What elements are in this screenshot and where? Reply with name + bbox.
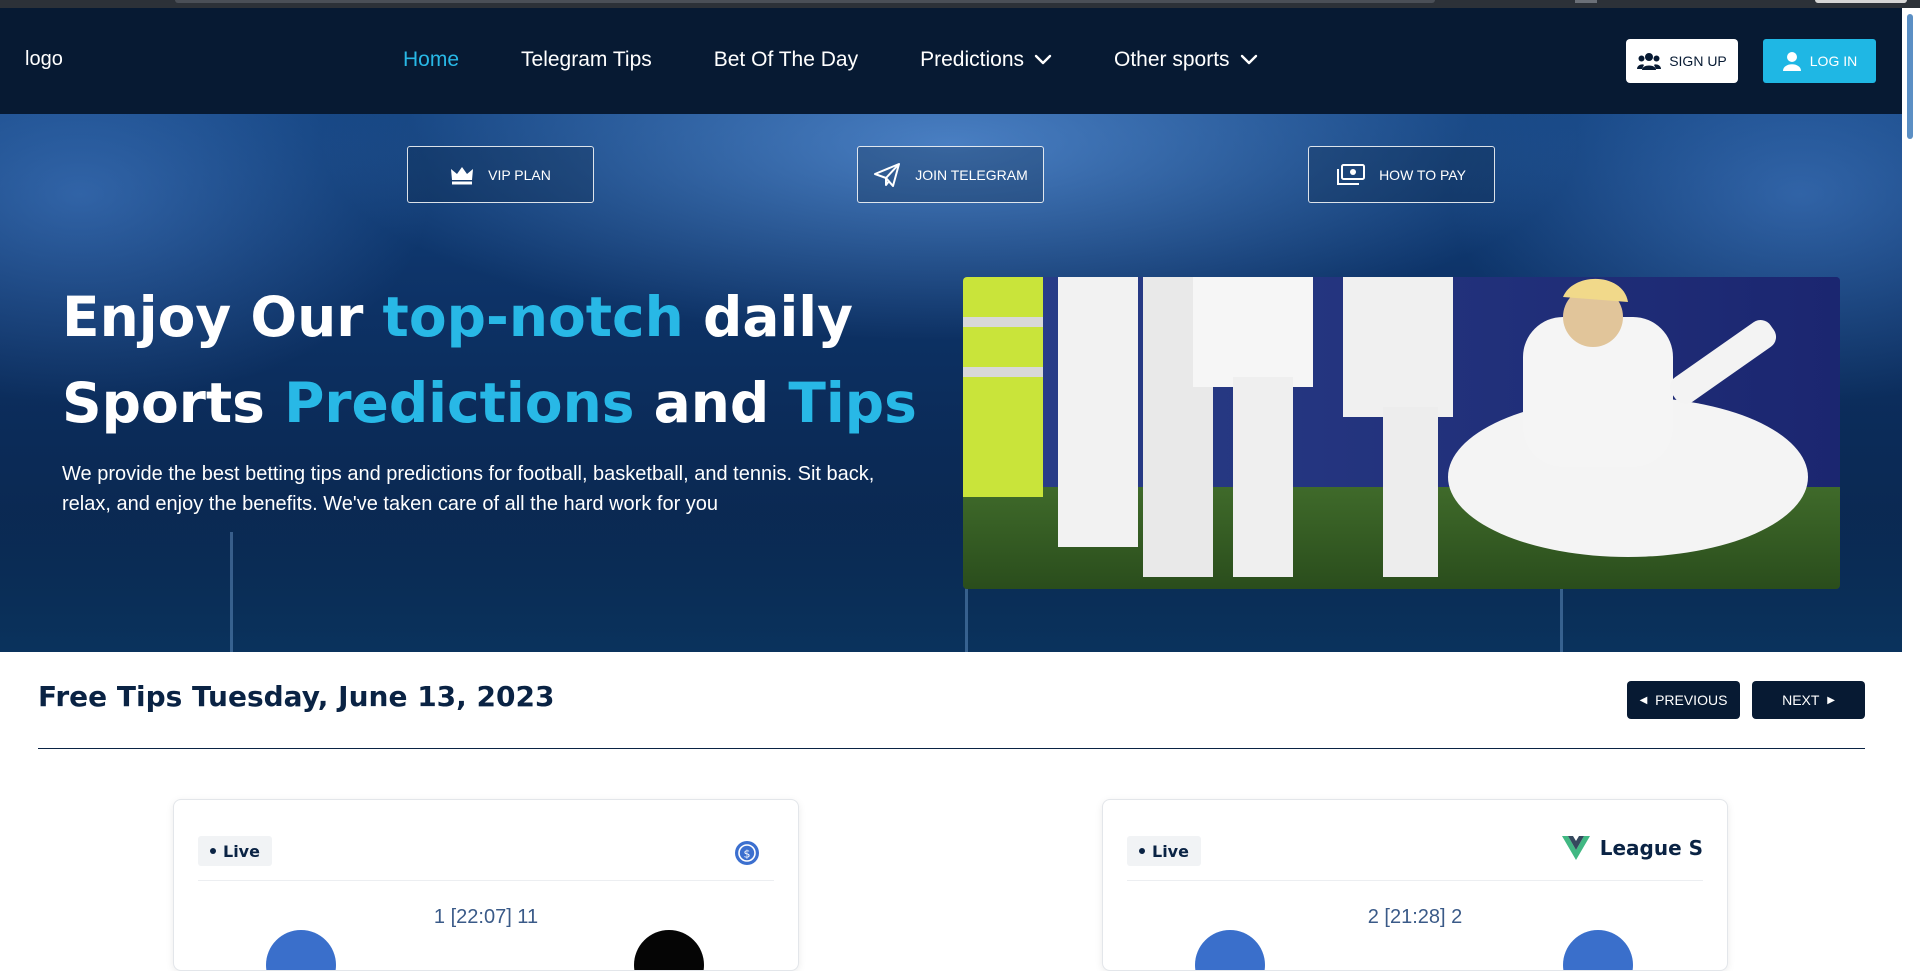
browser-control <box>1575 0 1597 3</box>
paper-plane-icon <box>874 162 901 187</box>
tips-section-title: Free Tips Tuesday, June 13, 2023 <box>38 680 555 713</box>
main-nav: Home Telegram Tips Bet Of The Day Predic… <box>403 48 1320 72</box>
nav-home[interactable]: Home <box>403 48 459 72</box>
hero-heading-text: Enjoy Our <box>62 285 383 349</box>
hero-heading: Enjoy Our top-notch daily Sports Predicti… <box>62 274 942 446</box>
hero-heading-text: Sports <box>62 371 285 435</box>
browser-top-strip <box>0 0 1920 8</box>
league-name: League S <box>1561 836 1703 860</box>
nav-predictions[interactable]: Predictions <box>920 48 1052 72</box>
yard-line <box>230 532 233 652</box>
navbar: logo Home Telegram Tips Bet Of The Day P… <box>0 8 1902 114</box>
how-to-pay-button[interactable]: HOW TO PAY <box>1308 146 1495 203</box>
hero-heading-highlight: Predictions <box>284 371 635 435</box>
tip-card[interactable]: Live League S 2 [21:28] 2 <box>1102 799 1728 971</box>
card-divider <box>1127 880 1703 881</box>
money-icon <box>1337 163 1366 185</box>
site-logo[interactable]: logo <box>25 48 63 71</box>
card-divider <box>198 880 774 881</box>
join-telegram-button[interactable]: JOIN TELEGRAM <box>857 146 1044 203</box>
caret-right-icon: ▶ <box>1827 694 1835 706</box>
nav-other-sports[interactable]: Other sports <box>1114 48 1258 72</box>
nav-home-label: Home <box>403 48 460 71</box>
hero-heading-highlight: Tips <box>788 371 917 435</box>
join-telegram-label: JOIN TELEGRAM <box>915 166 1028 183</box>
tip-card[interactable]: Live $ 1 [22:07] 11 <box>173 799 799 971</box>
signup-button[interactable]: SIGN UP <box>1626 39 1738 83</box>
how-to-pay-label: HOW TO PAY <box>1379 166 1466 183</box>
live-dot <box>1139 848 1145 854</box>
coin-icon: $ <box>735 841 759 865</box>
page-scrollbar[interactable] <box>1902 8 1920 951</box>
match-score: 2 [21:28] 2 <box>1367 906 1463 928</box>
vip-plan-button[interactable]: VIP PLAN <box>407 146 594 203</box>
hero-description: We provide the best betting tips and pre… <box>62 463 875 515</box>
vip-plan-label: VIP PLAN <box>488 166 551 183</box>
next-button[interactable]: NEXT ▶ <box>1752 681 1865 719</box>
vue-logo-icon <box>1561 836 1590 860</box>
football-players-image <box>963 277 1840 589</box>
hero-heading-text: daily <box>683 285 854 349</box>
nav-telegram-tips[interactable]: Telegram Tips <box>521 48 652 72</box>
live-badge: Live <box>198 836 272 866</box>
svg-text:$: $ <box>744 848 751 861</box>
section-divider <box>38 748 1865 749</box>
nav-telegram-tips-label: Telegram Tips <box>521 48 652 71</box>
previous-button[interactable]: ◀ PREVIOUS <box>1627 681 1740 719</box>
nav-bet-of-the-day[interactable]: Bet Of The Day <box>714 48 858 72</box>
hero-photo <box>963 277 1840 589</box>
users-icon <box>1637 53 1662 70</box>
next-label: NEXT <box>1782 692 1820 708</box>
nav-bet-of-the-day-label: Bet Of The Day <box>713 48 859 71</box>
live-label: Live <box>1152 841 1189 861</box>
login-label: LOG IN <box>1809 53 1858 69</box>
hero-heading-highlight: top-notch <box>382 285 684 349</box>
live-label: Live <box>223 841 260 861</box>
user-icon <box>1782 52 1801 71</box>
scrollbar-thumb[interactable] <box>1907 14 1913 139</box>
caret-left-icon: ◀ <box>1639 694 1648 706</box>
league-label: League S <box>1599 836 1703 860</box>
live-badge: Live <box>1127 836 1201 866</box>
live-dot <box>210 848 216 854</box>
match-score: 1 [22:07] 11 <box>433 906 539 928</box>
login-button[interactable]: LOG IN <box>1763 39 1876 83</box>
signup-label: SIGN UP <box>1669 53 1727 69</box>
previous-label: PREVIOUS <box>1655 692 1728 708</box>
browser-control <box>1815 0 1907 3</box>
browser-address-bar <box>175 0 1435 3</box>
hero-heading-text: and <box>634 371 789 435</box>
hero-section: VIP PLAN JOIN TELEGRAM HOW TO PAY Enjoy … <box>0 114 1902 652</box>
chevron-down-icon <box>1240 54 1257 65</box>
nav-predictions-label: Predictions <box>920 48 1024 71</box>
nav-other-sports-label: Other sports <box>1114 48 1230 71</box>
chevron-down-icon <box>1034 54 1052 65</box>
crown-icon <box>451 166 474 184</box>
